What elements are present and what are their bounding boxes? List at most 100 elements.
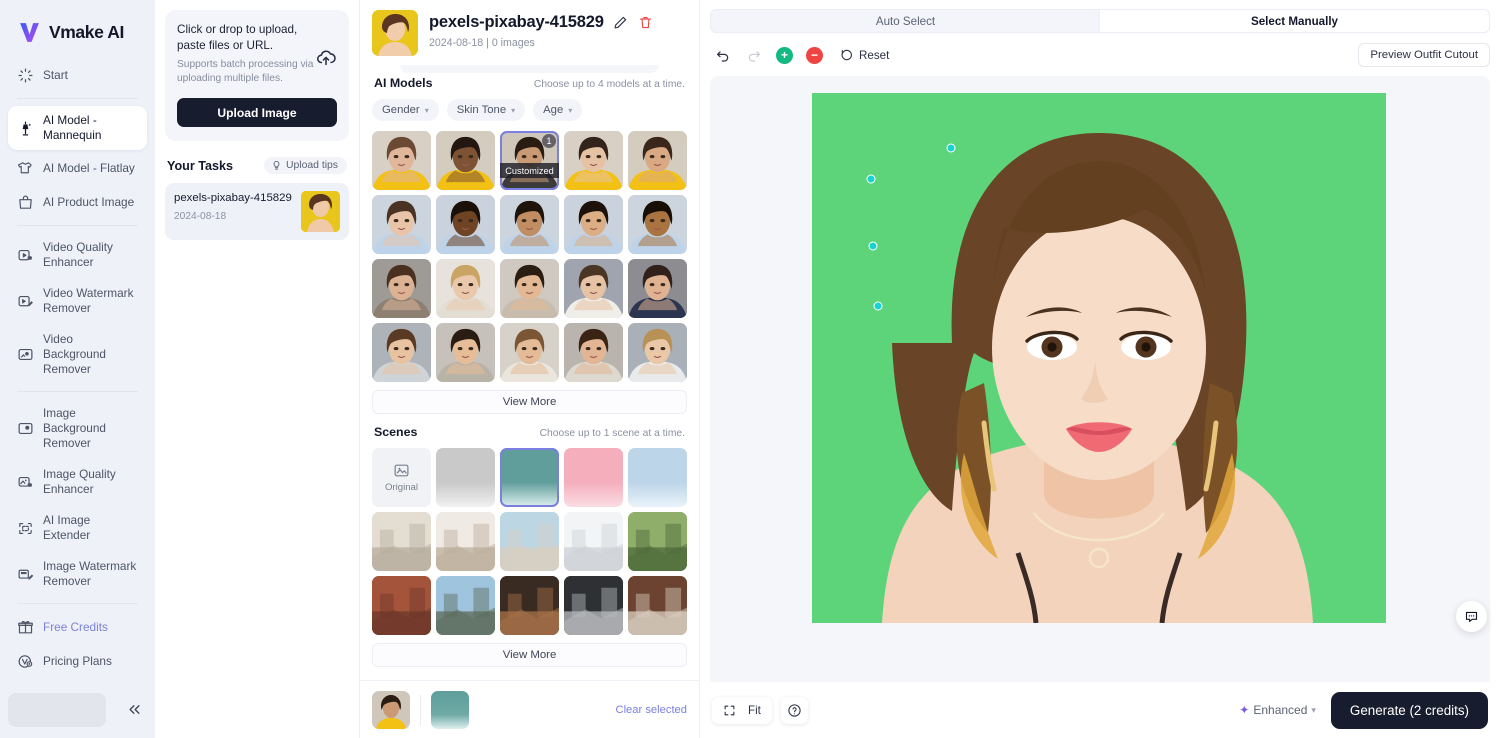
- zoom-fit-control[interactable]: Fit: [712, 696, 772, 724]
- scene-tile-photo[interactable]: [564, 512, 623, 571]
- dropzone[interactable]: Click or drop to upload, paste files or …: [165, 10, 349, 141]
- model-tile[interactable]: 1 Customized: [500, 131, 559, 190]
- model-tile[interactable]: [372, 195, 431, 254]
- model-tile[interactable]: [628, 323, 687, 382]
- chevrons-left-icon[interactable]: [121, 696, 147, 722]
- selection-marker[interactable]: [946, 143, 956, 153]
- brand[interactable]: Vmake AI: [0, 0, 155, 59]
- preview-outfit-cutout-button[interactable]: Preview Outfit Cutout: [1358, 43, 1490, 67]
- model-tile[interactable]: [564, 323, 623, 382]
- fit-label: Fit: [748, 703, 761, 717]
- bag-icon: [16, 193, 34, 211]
- sidebar-divider: [17, 98, 138, 99]
- model-tile[interactable]: [500, 195, 559, 254]
- sidebar-item-free-credits[interactable]: Free Credits: [8, 611, 147, 643]
- canvas[interactable]: [710, 76, 1490, 682]
- scene-tile-photo[interactable]: [564, 576, 623, 635]
- scene-tile-photo[interactable]: [500, 576, 559, 635]
- editor-bottom-bar: Fit ✦ Enhanced ▾ Generate (2 credits): [700, 682, 1500, 738]
- upload-tips-button[interactable]: Upload tips: [264, 157, 347, 174]
- sidebar-item-pricing-plans[interactable]: Pricing Plans: [8, 645, 147, 677]
- scene-tile-photo[interactable]: [628, 576, 687, 635]
- chat-support-button[interactable]: [1456, 601, 1487, 632]
- scene-tile-photo[interactable]: [372, 512, 431, 571]
- tab-auto-select[interactable]: Auto Select: [711, 10, 1100, 32]
- selected-scene-thumbnail[interactable]: [431, 690, 469, 729]
- task-item[interactable]: pexels-pixabay-415829 2024-08-18: [165, 183, 349, 240]
- filter-gender[interactable]: Gender ▾: [372, 99, 439, 121]
- scene-tile-gradient[interactable]: [628, 448, 687, 507]
- model-tile[interactable]: [564, 259, 623, 318]
- sidebar-item-image-background-remover[interactable]: Image Background Remover: [8, 399, 147, 458]
- scene-tile-photo[interactable]: [372, 576, 431, 635]
- model-tile[interactable]: [564, 131, 623, 190]
- sidebar-item-ai-model-flatlay[interactable]: AI Model - Flatlay: [8, 152, 147, 184]
- config-scroll-area[interactable]: AI Models Choose up to 4 models at a tim…: [360, 65, 699, 680]
- model-tile[interactable]: [436, 195, 495, 254]
- model-tile[interactable]: [372, 323, 431, 382]
- scene-tile-photo[interactable]: [500, 512, 559, 571]
- upload-image-button[interactable]: Upload Image: [177, 98, 337, 127]
- sidebar-item-start[interactable]: Start: [8, 59, 147, 91]
- model-tile[interactable]: [500, 259, 559, 318]
- sidebar-item-video-background-remover[interactable]: Video Background Remover: [8, 325, 147, 384]
- model-tile[interactable]: [436, 131, 495, 190]
- scene-tile-gradient[interactable]: [564, 448, 623, 507]
- model-tile[interactable]: [628, 259, 687, 318]
- clear-selected-button[interactable]: Clear selected: [615, 704, 687, 716]
- account-placeholder[interactable]: [8, 693, 106, 727]
- pencil-icon[interactable]: [612, 14, 629, 31]
- scene-tile-photo[interactable]: [436, 576, 495, 635]
- model-filters: Gender ▾ Skin Tone ▾ Age ▾: [372, 99, 687, 121]
- sidebar-item-video-quality-enhancer[interactable]: Video Quality Enhancer: [8, 233, 147, 277]
- model-tile[interactable]: [372, 259, 431, 318]
- sidebar-item-label: Image Watermark Remover: [43, 559, 137, 588]
- fit-screen-icon: [724, 705, 735, 715]
- subject-image[interactable]: [812, 93, 1386, 623]
- chevron-down-icon: ▾: [1311, 704, 1316, 715]
- model-tile[interactable]: [436, 259, 495, 318]
- model-tile[interactable]: [436, 323, 495, 382]
- scenes-view-more-button[interactable]: View More: [372, 643, 687, 667]
- model-tile[interactable]: [628, 195, 687, 254]
- enhanced-dropdown[interactable]: ✦ Enhanced ▾: [1239, 703, 1316, 717]
- video-bg-icon: [16, 346, 34, 364]
- question-icon: [788, 703, 801, 717]
- reset-button[interactable]: Reset: [840, 48, 889, 62]
- model-tile[interactable]: [564, 195, 623, 254]
- dropzone-title: Click or drop to upload, paste files or …: [177, 23, 298, 52]
- sidebar-item-video-watermark-remover[interactable]: Video Watermark Remover: [8, 279, 147, 323]
- generate-button[interactable]: Generate (2 credits): [1330, 691, 1488, 729]
- sidebar-item-ai-image-extender[interactable]: AI Image Extender: [8, 506, 147, 550]
- selection-marker[interactable]: [873, 301, 883, 311]
- scene-tile-gradient[interactable]: [436, 448, 495, 507]
- scene-tile-photo[interactable]: [628, 512, 687, 571]
- models-section-title: AI Models: [374, 76, 433, 90]
- undo-icon[interactable]: [714, 46, 732, 64]
- subtract-point-button[interactable]: −: [806, 46, 823, 64]
- selected-model-thumbnail[interactable]: [372, 690, 410, 729]
- tasks-title: Your Tasks: [167, 158, 234, 173]
- filter-age[interactable]: Age ▾: [533, 99, 583, 121]
- sidebar-divider: [17, 391, 138, 392]
- selection-marker[interactable]: [866, 174, 876, 184]
- selection-marker[interactable]: [868, 241, 878, 251]
- help-button[interactable]: [780, 696, 808, 724]
- models-view-more-button[interactable]: View More: [372, 390, 687, 414]
- sidebar-item-image-quality-enhancer[interactable]: Image Quality Enhancer: [8, 460, 147, 504]
- sidebar-item-ai-product-image[interactable]: AI Product Image: [8, 186, 147, 218]
- sidebar-item-image-watermark-remover[interactable]: Image Watermark Remover: [8, 552, 147, 596]
- model-customized-label: Customized: [500, 163, 559, 178]
- tab-select-manually[interactable]: Select Manually: [1100, 10, 1489, 32]
- filter-skin-tone[interactable]: Skin Tone ▾: [446, 99, 526, 121]
- add-point-button[interactable]: +: [776, 46, 793, 64]
- trash-icon[interactable]: [637, 14, 654, 31]
- model-tile[interactable]: [372, 131, 431, 190]
- scene-tile-original[interactable]: Original: [372, 448, 431, 507]
- scene-tile-photo[interactable]: [436, 512, 495, 571]
- model-tile[interactable]: [500, 323, 559, 382]
- model-tile[interactable]: [628, 131, 687, 190]
- editor-toolbar: + − Reset Preview Outfit Cutout: [700, 33, 1500, 76]
- scene-tile-gradient[interactable]: [500, 448, 559, 507]
- sidebar-item-ai-model-mannequin[interactable]: AI Model - Mannequin: [8, 106, 147, 150]
